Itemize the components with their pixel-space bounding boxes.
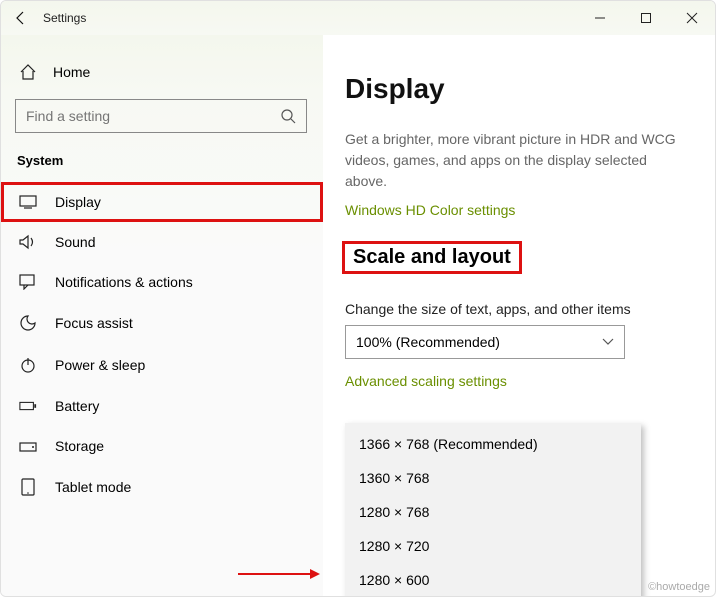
sidebar-item-storage[interactable]: Storage xyxy=(1,426,323,466)
section-title: System xyxy=(1,147,323,182)
home-button[interactable]: Home xyxy=(1,57,323,87)
resolution-dropdown-list: 1366 × 768 (Recommended) 1360 × 768 1280… xyxy=(345,423,641,596)
storage-icon xyxy=(19,439,37,453)
sidebar-item-label: Storage xyxy=(55,438,104,454)
power-icon xyxy=(19,356,37,374)
notifications-icon xyxy=(19,274,37,290)
resolution-option[interactable]: 1360 × 768 xyxy=(345,461,641,495)
sidebar-item-power-sleep[interactable]: Power & sleep xyxy=(1,344,323,386)
window-title: Settings xyxy=(41,11,577,25)
sidebar-item-sound[interactable]: Sound xyxy=(1,222,323,262)
search-icon xyxy=(280,108,296,124)
arrow-left-icon xyxy=(13,10,29,26)
close-button[interactable] xyxy=(669,1,715,35)
close-icon xyxy=(686,12,698,24)
scale-dropdown[interactable]: 100% (Recommended) xyxy=(345,325,625,359)
titlebar: Settings xyxy=(1,1,715,35)
advanced-scaling-link[interactable]: Advanced scaling settings xyxy=(345,373,507,389)
sidebar-item-tablet-mode[interactable]: Tablet mode xyxy=(1,466,323,508)
home-label: Home xyxy=(53,64,90,80)
sidebar-item-battery[interactable]: Battery xyxy=(1,386,323,426)
sidebar: Home System Display Sound Notifications … xyxy=(1,35,323,596)
main-content: Display Get a brighter, more vibrant pic… xyxy=(323,35,715,596)
sound-icon xyxy=(19,234,37,250)
resolution-option[interactable]: 1280 × 768 xyxy=(345,495,641,529)
sidebar-item-label: Sound xyxy=(55,234,95,250)
resolution-option[interactable]: 1280 × 720 xyxy=(345,529,641,563)
focus-assist-icon xyxy=(19,314,37,332)
annotation-arrow xyxy=(238,573,318,575)
scale-layout-heading: Scale and layout xyxy=(345,244,519,271)
page-title: Display xyxy=(345,73,691,105)
scale-label: Change the size of text, apps, and other… xyxy=(345,301,691,317)
sidebar-item-label: Power & sleep xyxy=(55,357,145,373)
watermark: ©howtoedge xyxy=(648,581,710,593)
battery-icon xyxy=(19,400,37,412)
minimize-icon xyxy=(594,12,606,24)
sidebar-item-display[interactable]: Display xyxy=(1,182,323,222)
sidebar-item-focus-assist[interactable]: Focus assist xyxy=(1,302,323,344)
sidebar-item-label: Notifications & actions xyxy=(55,274,193,290)
sidebar-item-notifications[interactable]: Notifications & actions xyxy=(1,262,323,302)
hdr-settings-link[interactable]: Windows HD Color settings xyxy=(345,202,515,218)
search-input-container[interactable] xyxy=(15,99,307,133)
scale-value: 100% (Recommended) xyxy=(356,334,500,350)
home-icon xyxy=(19,63,37,81)
sidebar-item-label: Battery xyxy=(55,398,99,414)
minimize-button[interactable] xyxy=(577,1,623,35)
back-button[interactable] xyxy=(1,10,41,26)
resolution-option[interactable]: 1280 × 600 xyxy=(345,563,641,596)
hdr-description: Get a brighter, more vibrant picture in … xyxy=(345,129,691,192)
display-icon xyxy=(19,195,37,209)
search-input[interactable] xyxy=(26,108,256,124)
sidebar-item-label: Focus assist xyxy=(55,315,133,331)
tablet-icon xyxy=(19,478,37,496)
maximize-button[interactable] xyxy=(623,1,669,35)
maximize-icon xyxy=(640,12,652,24)
resolution-option[interactable]: 1366 × 768 (Recommended) xyxy=(345,427,641,461)
chevron-down-icon xyxy=(602,338,614,346)
sidebar-item-label: Display xyxy=(55,194,101,210)
sidebar-item-label: Tablet mode xyxy=(55,479,131,495)
